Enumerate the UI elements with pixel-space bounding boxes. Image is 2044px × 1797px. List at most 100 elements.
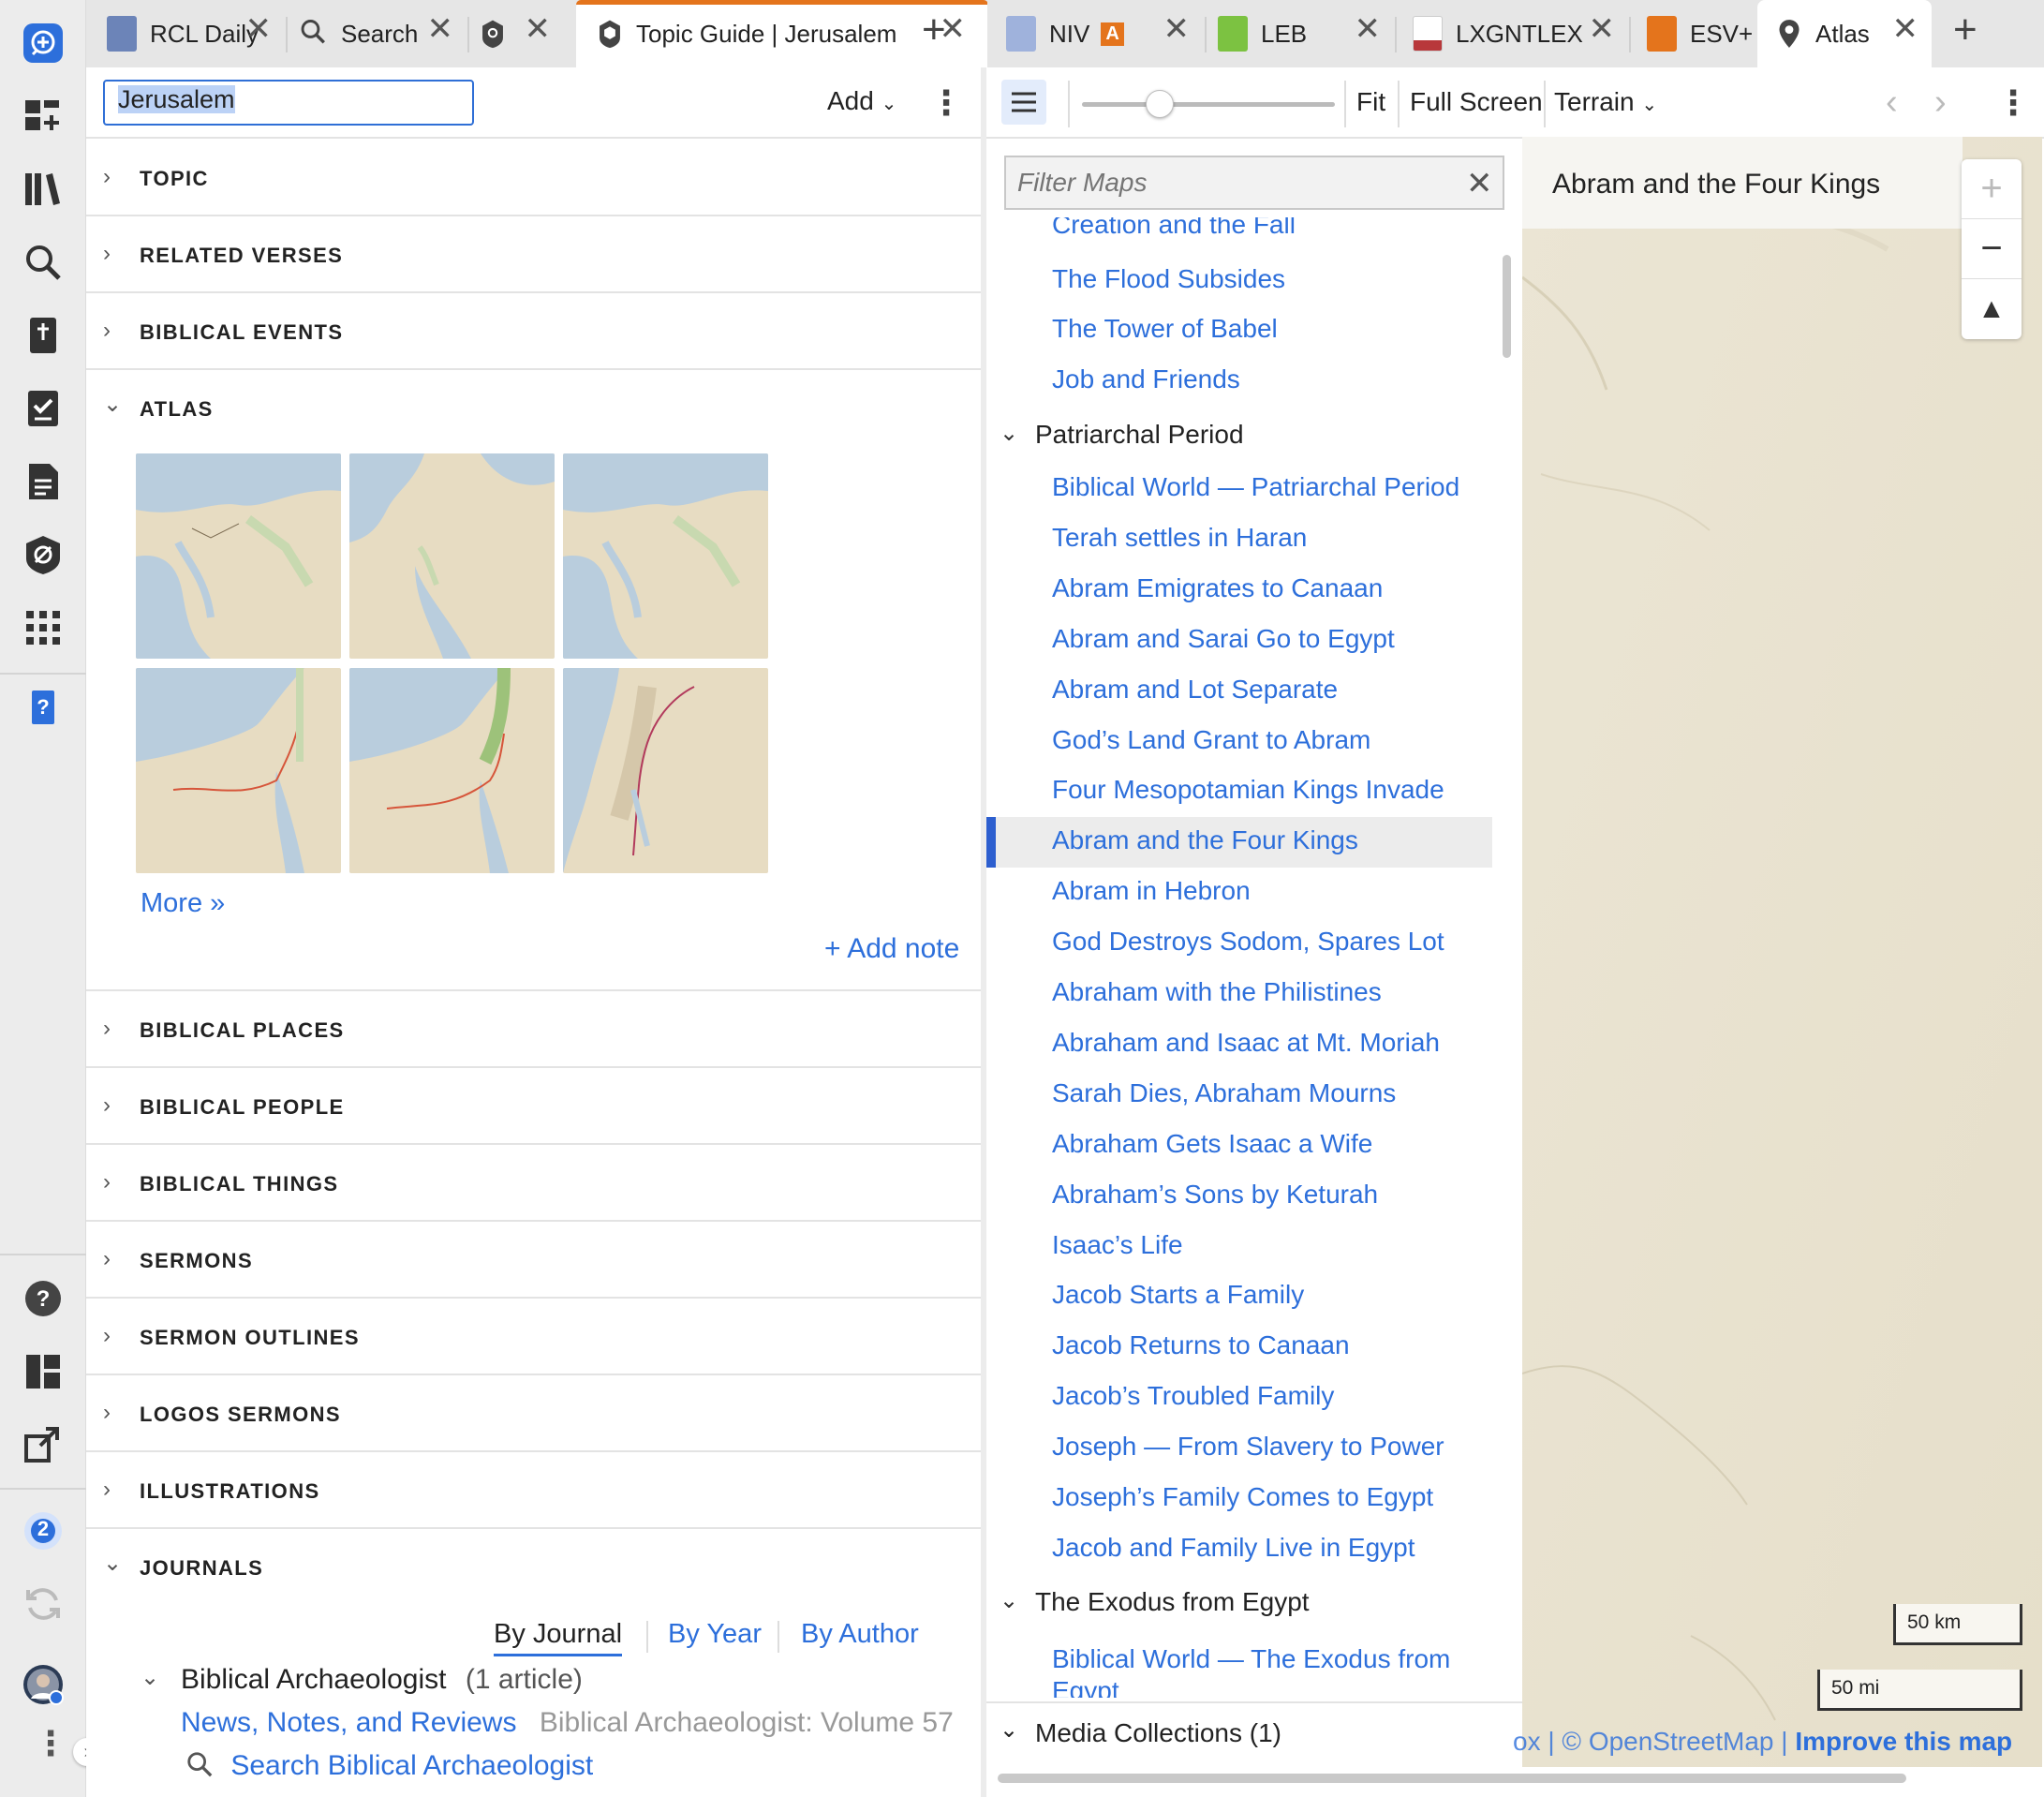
map-list-item[interactable]: Job and Friends [1052, 364, 1240, 394]
close-icon[interactable]: ✕ [525, 13, 552, 45]
fit-button[interactable]: Fit [1356, 87, 1385, 117]
add-tab-button[interactable]: + [1953, 9, 1977, 51]
media-collections-row[interactable]: ⌄ Media Collections (1) [986, 1701, 1522, 1767]
bible-icon[interactable] [17, 309, 69, 362]
section-biblical-things[interactable]: › BIBLICAL THINGS [86, 1145, 981, 1222]
dashboard-add-icon[interactable] [17, 90, 69, 142]
search-icon[interactable] [17, 236, 69, 289]
map-list-item[interactable]: Joseph’s Family Comes to Egypt [1052, 1482, 1433, 1512]
add-tab-button[interactable]: + [922, 9, 946, 51]
improve-map-link[interactable]: Improve this map [1795, 1727, 2012, 1756]
map-list-item[interactable]: Abram in Hebron [1052, 876, 1251, 906]
factbook-icon[interactable] [17, 528, 69, 581]
map-list-item[interactable]: Abraham Gets Isaac a Wife [1052, 1129, 1372, 1159]
map-list-item[interactable]: Jacob Starts a Family [1052, 1280, 1304, 1310]
send-to-icon[interactable] [17, 1418, 69, 1471]
map-list-item[interactable]: God Destroys Sodom, Spares Lot [1052, 927, 1444, 957]
documents-icon[interactable] [17, 455, 69, 508]
article-row[interactable]: News, Notes, and Reviews Biblical Archae… [181, 1707, 954, 1739]
map-thumbnail[interactable] [136, 668, 341, 873]
help-book-icon[interactable]: ? [17, 682, 69, 735]
section-illustrations[interactable]: › ILLUSTRATIONS [86, 1452, 981, 1529]
notifications-icon[interactable]: 2 [17, 1505, 69, 1557]
zoom-in-icon[interactable]: + [1962, 159, 2022, 219]
map-thumbnail[interactable] [563, 453, 768, 659]
map-list-item[interactable]: Terah settles in Haran [1052, 523, 1307, 553]
zoom-slider-handle[interactable] [1146, 90, 1174, 118]
map-list-item[interactable]: Isaac’s Life [1052, 1230, 1183, 1260]
horizontal-scrollbar[interactable] [998, 1774, 1906, 1783]
more-maps-link[interactable]: More » [141, 888, 225, 919]
add-note-button[interactable]: + Add note [824, 933, 959, 965]
map-thumbnail[interactable] [349, 668, 555, 873]
map-list-item[interactable]: Biblical World — Patriarchal Period [1052, 472, 1459, 502]
forward-icon[interactable]: › [1934, 82, 1947, 123]
journal-row[interactable]: Biblical Archaeologist (1 article) [181, 1664, 583, 1696]
map-thumbnail[interactable] [136, 453, 341, 659]
section-biblical-people[interactable]: › BIBLICAL PEOPLE [86, 1068, 981, 1145]
topic-search-input[interactable]: Jerusalem [103, 80, 474, 126]
zoom-out-icon[interactable]: − [1962, 219, 2022, 279]
map-list-item[interactable]: Creation and the Fall [1052, 217, 1296, 240]
rail-more-icon[interactable]: ⋮ [34, 1727, 67, 1760]
clear-filter-icon[interactable]: ✕ [1466, 165, 1493, 202]
map-list-item[interactable]: Jacob Returns to Canaan [1052, 1330, 1350, 1360]
section-atlas[interactable]: ⌄ ATLAS [86, 370, 981, 447]
add-button[interactable]: Add ⌄ [827, 86, 896, 116]
tab-search[interactable]: Search ✕ [298, 0, 467, 67]
terrain-dropdown[interactable]: Terrain ⌄ [1554, 87, 1657, 117]
filter-maps-input[interactable] [1004, 156, 1504, 210]
section-sermon-outlines[interactable]: › SERMON OUTLINES [86, 1299, 981, 1375]
map-thumbnail[interactable] [563, 668, 768, 873]
search-journal-row[interactable]: Search Biblical Archaeologist [185, 1750, 593, 1782]
tasks-icon[interactable] [17, 382, 69, 435]
map-group-header[interactable]: ⌄ Patriarchal Period [1000, 420, 1244, 450]
section-related-verses[interactable]: › RELATED VERSES [86, 216, 981, 293]
tab-leb[interactable]: LEB ✕ [1197, 0, 1394, 67]
map-list-item[interactable]: God’s Land Grant to Abram [1052, 725, 1370, 755]
full-screen-button[interactable]: Full Screen [1410, 87, 1543, 117]
tab-by-journal[interactable]: By Journal [494, 1619, 623, 1656]
map-list-item[interactable]: The Flood Subsides [1052, 264, 1285, 294]
compass-icon[interactable]: ▲ [1962, 279, 2022, 339]
map-view[interactable] [1522, 137, 2042, 1767]
tab-factbook[interactable]: ✕ [480, 0, 564, 67]
chevron-down-icon[interactable]: ⌄ [141, 1664, 159, 1691]
map-list-item[interactable]: Abram and the Four Kings [1052, 825, 1358, 855]
map-thumbnail[interactable] [349, 453, 555, 659]
panel-menu-icon[interactable]: ⋮ [929, 86, 963, 120]
map-list-item[interactable]: Joseph — From Slavery to Power [1052, 1432, 1444, 1462]
article-title-link[interactable]: News, Notes, and Reviews [181, 1707, 516, 1738]
search-journal-link[interactable]: Search Biblical Archaeologist [230, 1750, 593, 1781]
tab-by-year[interactable]: By Year [668, 1619, 762, 1650]
library-icon[interactable] [17, 163, 69, 215]
map-group-header[interactable]: ⌄ The Exodus from Egypt [1000, 1587, 1310, 1617]
close-icon[interactable]: ✕ [1355, 13, 1382, 45]
back-icon[interactable]: ‹ [1886, 82, 1898, 123]
close-icon[interactable]: ✕ [245, 13, 273, 45]
layouts-icon[interactable] [17, 1345, 69, 1398]
section-topic[interactable]: › TOPIC [86, 140, 981, 216]
map-list-item[interactable]: Abraham and Isaac at Mt. Moriah [1052, 1028, 1440, 1058]
map-list-item[interactable]: Jacob and Family Live in Egypt [1052, 1533, 1415, 1563]
map-list-item[interactable]: Abraham with the Philistines [1052, 977, 1382, 1007]
attribution-text[interactable]: ox | © OpenStreetMap | [1513, 1727, 1788, 1756]
section-biblical-places[interactable]: › BIBLICAL PLACES [86, 991, 981, 1068]
close-icon[interactable]: ✕ [1163, 13, 1191, 45]
map-list-toggle-icon[interactable] [1001, 80, 1046, 125]
map-list-item[interactable]: Abram and Sarai Go to Egypt [1052, 624, 1395, 654]
section-logos-sermons[interactable]: › LOGOS SERMONS [86, 1375, 981, 1452]
map-list-item[interactable]: Biblical World — The Exodus from Egypt [1052, 1643, 1464, 1698]
list-scrollbar[interactable] [1503, 255, 1511, 358]
tab-lxgntlex[interactable]: LXGNTLEX ✕ [1400, 0, 1628, 67]
zoom-slider[interactable] [1082, 102, 1335, 107]
close-icon[interactable]: ✕ [1892, 13, 1919, 45]
avatar[interactable] [17, 1658, 69, 1711]
close-icon[interactable]: ✕ [1589, 13, 1616, 45]
tab-atlas[interactable]: Atlas ✕ [1757, 0, 1932, 67]
section-journals[interactable]: ⌄ JOURNALS [86, 1529, 981, 1606]
close-icon[interactable]: ✕ [427, 13, 454, 45]
map-list-item[interactable]: The Tower of Babel [1052, 314, 1278, 344]
tab-niv[interactable]: NIV A ✕ [1006, 0, 1203, 67]
atlas-menu-icon[interactable]: ⋮ [1996, 86, 2030, 120]
